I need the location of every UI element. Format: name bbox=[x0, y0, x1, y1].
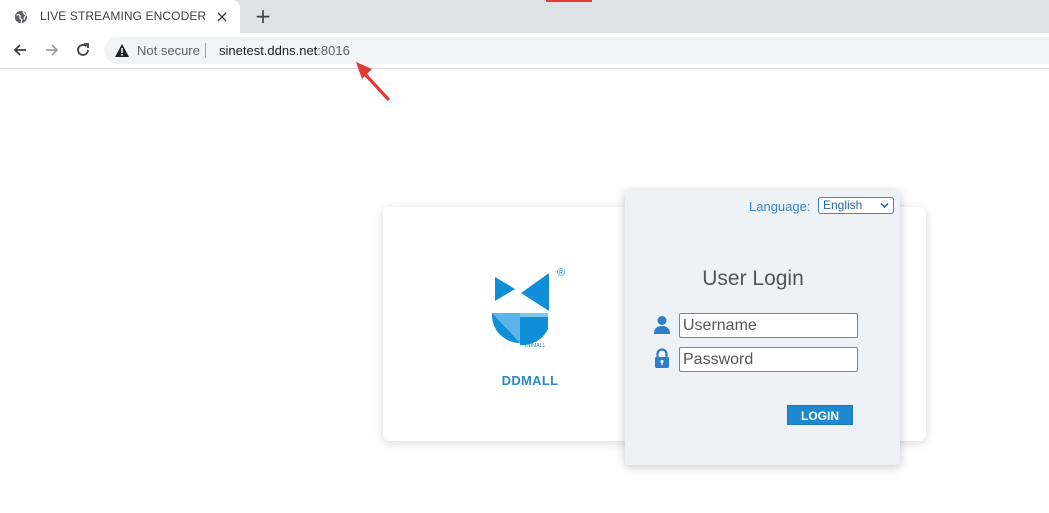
login-button[interactable]: LOGIN bbox=[787, 405, 853, 425]
warning-triangle-icon[interactable] bbox=[114, 43, 130, 58]
address-bar[interactable]: Not secure sinetest.ddns.net:8016 bbox=[104, 37, 1049, 64]
logo-small-text: DDMALL bbox=[525, 343, 546, 349]
tab-close-icon[interactable]: × bbox=[212, 7, 232, 27]
login-card: Language: English User Login LOGIN bbox=[625, 190, 900, 465]
browser-tab[interactable]: LIVE STREAMING ENCODER × bbox=[0, 0, 240, 33]
globe-icon bbox=[14, 10, 28, 24]
reload-icon bbox=[77, 43, 89, 56]
language-label: Language: bbox=[749, 199, 811, 214]
brand-name: DDMALL bbox=[501, 373, 559, 388]
user-icon bbox=[654, 316, 670, 334]
arrow-right-icon bbox=[46, 44, 59, 56]
password-input[interactable] bbox=[679, 347, 858, 372]
arrow-left-icon bbox=[13, 44, 26, 56]
security-status[interactable]: Not secure bbox=[137, 43, 200, 58]
language-value: English bbox=[823, 198, 863, 212]
forward-button[interactable] bbox=[40, 38, 64, 62]
login-title: User Login bbox=[702, 267, 804, 290]
browser-toolbar: Not secure sinetest.ddns.net:8016 bbox=[0, 33, 1049, 69]
omnibox-divider bbox=[205, 43, 206, 58]
registered-mark: ® bbox=[557, 267, 565, 279]
username-input[interactable] bbox=[679, 313, 858, 338]
tab-strip: LIVE STREAMING ENCODER × + bbox=[0, 0, 1049, 33]
tab-title: LIVE STREAMING ENCODER bbox=[40, 9, 207, 23]
reload-button[interactable] bbox=[71, 38, 95, 62]
back-button[interactable] bbox=[8, 38, 32, 62]
annotation-arrow-icon bbox=[356, 62, 390, 101]
chevron-down-icon bbox=[880, 202, 889, 209]
url-text[interactable]: sinetest.ddns.net:8016 bbox=[219, 43, 350, 58]
language-select[interactable]: English bbox=[818, 197, 894, 214]
ddmall-logo-icon: ® DDMALL bbox=[492, 267, 565, 349]
lock-icon bbox=[655, 348, 669, 368]
new-tab-button[interactable]: + bbox=[252, 5, 274, 27]
url-port: :8016 bbox=[317, 43, 350, 58]
annotation-mark bbox=[546, 0, 592, 2]
url-host: sinetest.ddns.net bbox=[219, 43, 318, 58]
